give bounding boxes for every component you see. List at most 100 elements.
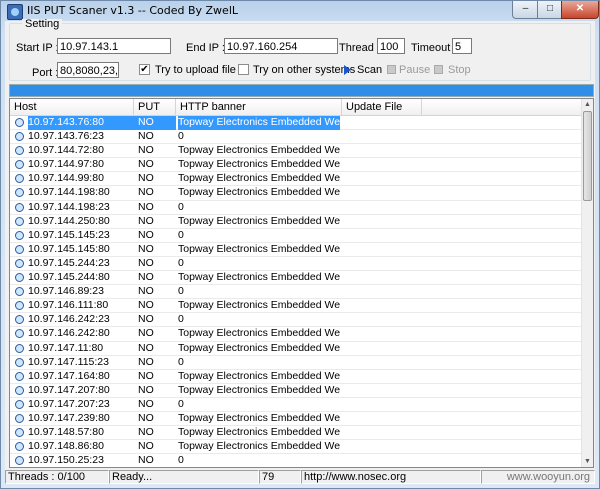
cell-host: 10.97.144.97:80 — [28, 158, 104, 171]
cell-host: 10.97.148.57:80 — [28, 426, 104, 439]
cell-http-banner: Topway Electronics Embedded Web ... — [178, 144, 340, 157]
table-row[interactable]: 10.97.147.207:80 NO Topway Electronics Emb… — [10, 384, 584, 398]
table-row[interactable]: 10.97.146.111:80 NO Topway Electronics Emb… — [10, 299, 584, 314]
cell-host: 10.97.145.244:80 — [28, 271, 110, 284]
table-row[interactable]: 10.97.146.242:80 NO Topway Electronics Emb… — [10, 327, 584, 342]
timeout-input[interactable]: 5 — [452, 38, 472, 54]
cell-put: NO — [138, 327, 154, 340]
table-row[interactable]: 10.97.145.145:23 NO 0 — [10, 229, 584, 243]
table-row[interactable]: 10.97.144.198:23 NO 0 — [10, 201, 584, 215]
play-icon — [344, 65, 351, 75]
list-header: Host PUT HTTP banner Update File — [10, 99, 584, 116]
app-window: IIS PUT Scaner v1.3 -- Coded By ZwelL – … — [0, 0, 600, 489]
cell-http-banner: Topway Electronics Embedded Web ... — [178, 242, 340, 255]
cell-put: NO — [138, 144, 154, 157]
column-header-host[interactable]: Host — [10, 99, 134, 115]
table-row[interactable]: 10.97.146.89:23 NO 0 — [10, 285, 584, 300]
column-header-update-file[interactable]: Update File — [342, 99, 422, 115]
cell-http-banner: 0 — [178, 313, 184, 326]
scroll-up-icon[interactable]: ▲ — [582, 99, 593, 110]
column-header-put[interactable]: PUT — [134, 99, 176, 115]
vertical-scrollbar[interactable]: ▲ ▼ — [581, 99, 593, 467]
results-list[interactable]: Host PUT HTTP banner Update File 10.97.1… — [9, 98, 594, 468]
table-row[interactable]: 10.97.145.244:80 NO Topway Electronics Emb… — [10, 271, 584, 286]
cell-put: NO — [138, 341, 154, 354]
table-row[interactable]: 10.97.144.250:80 NO Topway Electronics Emb… — [10, 215, 584, 229]
end-ip-label: End IP : — [186, 42, 225, 54]
port-input[interactable]: 80,8080,23,22 — [57, 62, 119, 78]
cell-put: NO — [138, 313, 154, 326]
cell-host: 10.97.144.198:80 — [28, 186, 110, 199]
table-row[interactable]: 10.97.143.76:23 NO 0 — [10, 130, 584, 145]
end-ip-input[interactable]: 10.97.160.254 — [224, 38, 338, 54]
thread-label: Thread : — [339, 42, 380, 54]
table-row[interactable]: 10.97.144.97:80 NO Topway Electronics Embe… — [10, 158, 584, 173]
cell-host: 10.97.143.76:23 — [28, 130, 104, 143]
table-row[interactable]: 10.97.147.164:80 NO Topway Electronics Emb… — [10, 370, 584, 384]
pause-button[interactable]: Pause — [399, 64, 430, 77]
list-rows: 10.97.143.76:80 NO Topway Electronics Embe… — [10, 116, 584, 467]
cell-host: 10.97.144.198:23 — [28, 200, 110, 213]
stop-button[interactable]: Stop — [448, 64, 471, 77]
cell-host: 10.97.147.11:80 — [28, 341, 104, 354]
scroll-down-icon[interactable]: ▼ — [582, 456, 593, 467]
table-row[interactable]: 10.97.148.86:80 NO Topway Electronics Embe… — [10, 440, 584, 455]
cell-http-banner: 0 — [178, 397, 184, 410]
cell-http-banner: 0 — [178, 200, 184, 213]
cell-http-banner: Topway Electronics Embedded Web ... — [178, 186, 340, 199]
cell-http-banner: 0 — [178, 454, 184, 467]
upload-checkbox[interactable]: ✔ — [139, 64, 150, 75]
cell-http-banner: Topway Electronics Embedded Web ... — [178, 383, 340, 396]
cell-put: NO — [138, 158, 154, 171]
cell-host: 10.97.146.242:23 — [28, 313, 110, 326]
cell-http-banner: 0 — [178, 285, 184, 298]
cell-http-banner: Topway Electronics Embedded Web ... — [178, 271, 340, 284]
cell-http-banner: 0 — [178, 256, 184, 269]
cell-put: NO — [138, 130, 154, 143]
other-systems-checkbox[interactable] — [238, 64, 249, 75]
table-row[interactable]: 10.97.150.25:23 NO 0 — [10, 454, 584, 467]
table-row[interactable]: 10.97.147.115:23 NO 0 — [10, 356, 584, 370]
cell-http-banner: Topway Electronics Embedded Web ... — [178, 411, 340, 424]
cell-host: 10.97.150.25:23 — [28, 454, 104, 467]
column-header-http-banner[interactable]: HTTP banner — [176, 99, 342, 115]
title-bar[interactable]: IIS PUT Scaner v1.3 -- Coded By ZwelL – … — [1, 1, 599, 21]
minimize-button[interactable]: – — [512, 1, 539, 19]
table-row[interactable]: 10.97.147.239:80 NO Topway Electronics Emb… — [10, 411, 584, 427]
status-count: 79 — [259, 470, 301, 484]
table-row[interactable]: 10.97.147.207:23 NO 0 — [10, 398, 584, 412]
status-bar: Threads : 0/100 Ready... 79 http://www.n… — [5, 470, 595, 484]
thread-input[interactable]: 100 — [377, 38, 405, 54]
table-row[interactable]: 10.97.146.242:23 NO 0 — [10, 313, 584, 328]
table-row[interactable]: 10.97.144.198:80 NO Topway Electronics Emb… — [10, 186, 584, 201]
cell-host: 10.97.146.111:80 — [28, 299, 109, 312]
other-systems-checkbox-label[interactable]: Try on other systems — [253, 64, 355, 77]
scroll-thumb[interactable] — [583, 111, 592, 201]
status-state: Ready... — [109, 470, 259, 484]
cell-http-banner: Topway Electronics Embedded Web ... — [178, 369, 340, 382]
cell-put: NO — [138, 440, 154, 453]
cell-http-banner: Topway Electronics Embedded Web ... — [178, 341, 340, 354]
cell-host: 10.97.147.207:80 — [28, 383, 110, 396]
scan-button[interactable]: Scan — [357, 64, 382, 77]
cell-put: NO — [138, 256, 154, 269]
cell-put: NO — [138, 426, 154, 439]
cell-host: 10.97.144.72:80 — [28, 144, 104, 157]
upload-checkbox-label[interactable]: Try to upload file — [155, 64, 236, 77]
table-row[interactable]: 10.97.145.145:80 NO Topway Electronics Emb… — [10, 243, 584, 257]
table-row[interactable]: 10.97.148.57:80 NO Topway Electronics Embe… — [10, 426, 584, 441]
table-row[interactable]: 10.97.147.11:80 NO Topway Electronics Embe… — [10, 342, 584, 356]
close-button[interactable]: ✕ — [561, 1, 599, 19]
cell-put: NO — [138, 172, 154, 185]
pause-icon — [387, 65, 396, 74]
start-ip-input[interactable]: 10.97.143.1 — [57, 38, 171, 54]
table-row[interactable]: 10.97.145.244:23 NO 0 — [10, 256, 584, 272]
cell-put: NO — [138, 454, 154, 467]
table-row[interactable]: 10.97.144.99:80 NO Topway Electronics Embe… — [10, 172, 584, 187]
cell-put: NO — [138, 228, 154, 241]
table-row[interactable]: 10.97.144.72:80 NO Topway Electronics Embe… — [10, 144, 584, 159]
maximize-button[interactable]: □ — [537, 1, 563, 19]
cell-http-banner: Topway Electronics Embedded Web ... — [178, 172, 340, 185]
cell-http-banner: Topway Electronics Embedded Web ... — [178, 440, 340, 453]
table-row[interactable]: 10.97.143.76:80 NO Topway Electronics Embe… — [10, 116, 584, 131]
